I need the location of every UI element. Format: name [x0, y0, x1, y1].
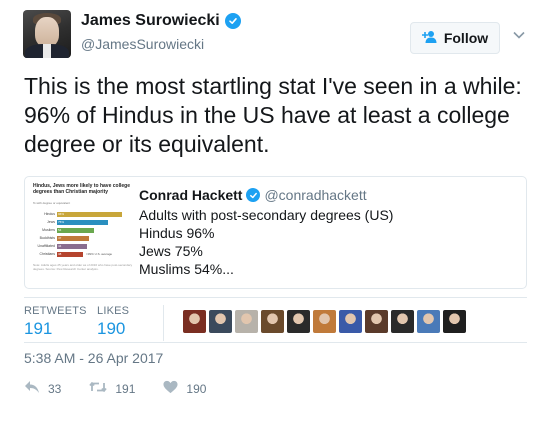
thumbnail-bar-row: Christians 38 =39% U.S. average — [31, 251, 135, 259]
retweet-action[interactable]: 191 — [89, 380, 135, 397]
thumbnail-bar-label: Hindus — [44, 212, 55, 216]
thumbnail-bar-row: Hindus 96% — [31, 211, 135, 219]
liker-avatar[interactable] — [443, 310, 466, 333]
thumbnail-bar: 75% — [57, 220, 108, 225]
reply-count: 33 — [48, 381, 62, 396]
quoted-author-name[interactable]: Conrad Hackett — [139, 187, 242, 203]
thumbnail-bar-value: 38 — [58, 252, 62, 256]
tweet-timestamp[interactable]: 5:38 AM - 26 Apr 2017 — [24, 350, 163, 366]
retweets-label: RETWEETS — [24, 305, 87, 317]
tweet-text: This is the most startling stat I've see… — [24, 73, 522, 157]
verified-badge-icon — [246, 188, 261, 202]
liker-avatar[interactable] — [391, 310, 414, 333]
divider — [24, 342, 527, 343]
thumbnail-bar-row: Jews 75% — [31, 219, 135, 227]
quoted-line: Adults with post-secondary degrees (US) — [139, 207, 394, 223]
thumbnail-bar: 96% — [57, 212, 122, 217]
thumbnail-bar-label: Muslims — [42, 228, 55, 232]
chevron-down-icon[interactable] — [512, 28, 526, 42]
thumbnail-bar: 38 — [57, 252, 83, 257]
retweet-icon — [89, 380, 108, 397]
retweets-stat[interactable]: RETWEETS 191 — [24, 305, 87, 339]
verified-badge-icon — [224, 13, 241, 29]
quoted-line: Jews 75% — [139, 243, 203, 259]
thumbnail-bar-label: Christians — [39, 252, 55, 256]
thumbnail-bar-row: Muslims 54 — [31, 227, 135, 235]
quoted-author-handle[interactable]: @conradhackett — [264, 187, 366, 203]
like-action[interactable]: 190 — [163, 380, 206, 397]
thumbnail-footnote: Note: Adults ages 25 years and older as … — [33, 263, 133, 271]
quoted-tweet-card[interactable]: Hindus, Jews more likely to have college… — [24, 176, 527, 289]
thumbnail-bar-label: Buddhists — [39, 236, 55, 240]
likes-count: 190 — [97, 319, 126, 338]
quoted-tweet-thumbnail[interactable]: Hindus, Jews more likely to have college… — [31, 181, 135, 285]
add-user-icon — [421, 30, 438, 47]
stats-separator — [163, 305, 164, 341]
divider — [24, 297, 527, 298]
thumbnail-bar-row: Unaffiliated 44 — [31, 243, 135, 251]
likes-label: LIKES — [97, 305, 130, 317]
liker-avatar[interactable] — [261, 310, 284, 333]
liker-avatar[interactable] — [183, 310, 206, 333]
quoted-line: Muslims 54%... — [139, 261, 234, 277]
heart-icon — [163, 380, 178, 397]
thumbnail-bar-label: Jews — [47, 220, 55, 224]
thumbnail-title: Hindus, Jews more likely to have college… — [33, 183, 130, 195]
liker-avatar[interactable] — [339, 310, 362, 333]
thumbnail-average-note: =39% U.S. average — [86, 252, 113, 256]
liker-avatar[interactable] — [313, 310, 336, 333]
likes-stat[interactable]: LIKES 190 — [97, 305, 129, 339]
liker-avatar[interactable] — [209, 310, 232, 333]
author-avatar[interactable] — [23, 10, 71, 58]
quoted-line: Hindus 96% — [139, 225, 215, 241]
thumbnail-bar: 47 — [57, 236, 89, 241]
thumbnail-bar-value: 54 — [58, 228, 62, 232]
thumbnail-bar-chart: Hindus 96% Jews 75% Muslims 54 Buddhists 47 Unaf… — [31, 211, 135, 259]
thumbnail-bar-row: Buddhists 47 — [31, 235, 135, 243]
liker-avatar[interactable] — [287, 310, 310, 333]
quoted-tweet-text: Adults with post-secondary degrees (US) … — [139, 206, 393, 278]
thumbnail-bar: 54 — [57, 228, 94, 233]
thumbnail-bar-value: 75% — [58, 220, 65, 224]
author-name-row[interactable]: James Surowiecki — [81, 12, 241, 30]
like-count: 190 — [186, 381, 207, 396]
thumbnail-bar-value: 47 — [58, 236, 62, 240]
liker-avatar[interactable] — [365, 310, 388, 333]
liker-avatar[interactable] — [417, 310, 440, 333]
quoted-author-row[interactable]: Conrad Hackett @conradhackett — [139, 187, 367, 203]
reply-action[interactable]: 33 — [24, 380, 61, 397]
author-name[interactable]: James Surowiecki — [81, 12, 220, 30]
thumbnail-bar-value: 96% — [58, 212, 65, 216]
follow-button-label: Follow — [443, 30, 489, 46]
author-handle[interactable]: @JamesSurowiecki — [81, 36, 204, 52]
thumbnail-bar: 44 — [57, 244, 87, 249]
thumbnail-subtitle: % with degree or equivalent — [33, 201, 71, 205]
retweets-count: 191 — [24, 319, 53, 338]
thumbnail-bar-label: Unaffiliated — [37, 244, 55, 248]
liker-avatar[interactable] — [235, 310, 258, 333]
retweet-count: 191 — [115, 381, 136, 396]
tweet-actions: 33 191 190 — [24, 380, 234, 397]
reply-icon — [24, 380, 40, 397]
liker-avatars — [183, 310, 466, 333]
thumbnail-bar-value: 44 — [58, 244, 62, 248]
follow-button[interactable]: Follow — [410, 22, 500, 54]
